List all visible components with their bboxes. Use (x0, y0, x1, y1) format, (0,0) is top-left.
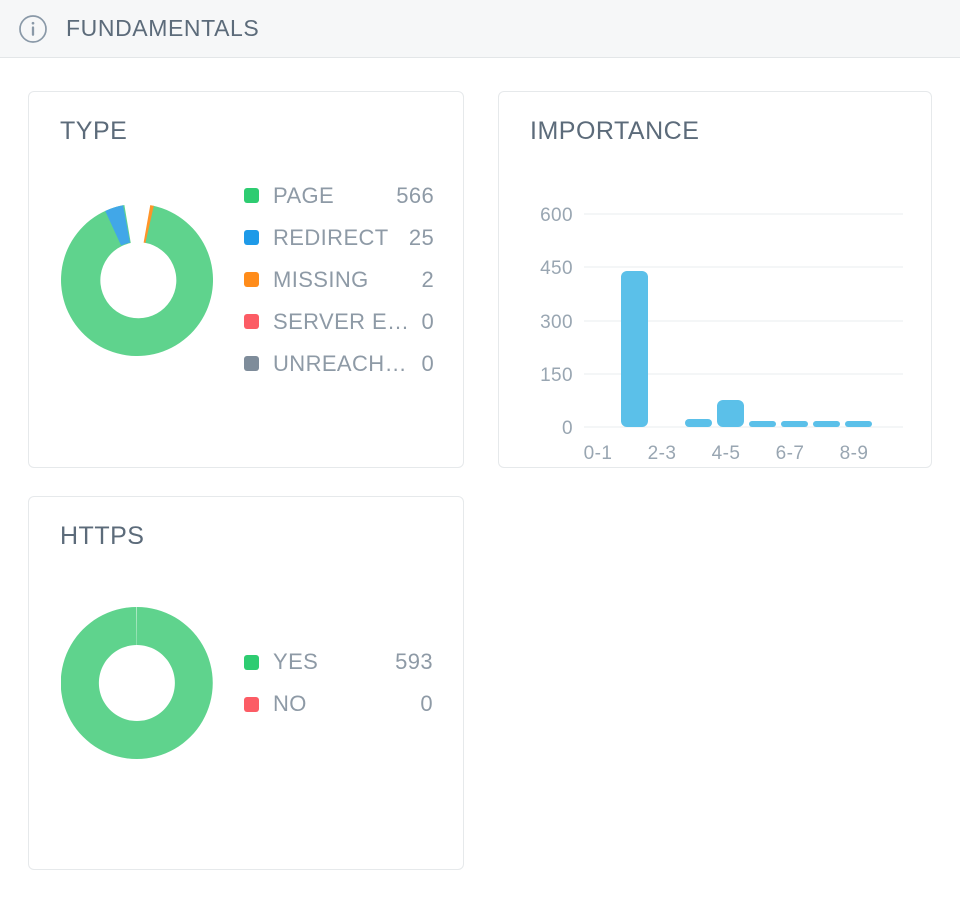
https-donut-wrap (29, 607, 244, 759)
legend-item-no[interactable]: NO 0 (244, 683, 433, 725)
app-header: FUNDAMENTALS (0, 0, 960, 58)
ytick-0: 0 (562, 418, 573, 439)
legend-swatch-server-error (244, 314, 259, 329)
card-importance: IMPORTANCE 600 450 300 150 0 0-1 2-3 4-5… (498, 91, 932, 468)
https-donut-chart (60, 607, 213, 759)
card-title-importance: IMPORTANCE (530, 117, 700, 145)
donut-slice-yes (60, 607, 213, 759)
ytick-450: 450 (540, 258, 573, 279)
xtick-0-1: 0-1 (584, 443, 613, 460)
legend-value-server-error: 0 (421, 308, 435, 334)
xtick-2-3: 2-3 (648, 443, 677, 460)
importance-barchart-wrap: 600 450 300 150 0 0-1 2-3 4-5 6-7 8-9 (499, 160, 931, 460)
legend-label-yes: YES (273, 649, 319, 674)
legend-item-missing[interactable]: MISSING 2 (244, 259, 434, 301)
info-circle-icon (19, 14, 47, 43)
dashboard-board: TYPE PAGE 566 REDIRECT 25 MISSING 2 SERV… (0, 58, 960, 902)
bar-2-3[interactable] (685, 419, 712, 427)
https-donut-block: YES 593 NO 0 (29, 497, 463, 869)
legend-swatch-page (244, 188, 259, 203)
card-type: TYPE PAGE 566 REDIRECT 25 MISSING 2 SERV… (28, 91, 464, 468)
importance-bar-chart: 600 450 300 150 0 0-1 2-3 4-5 6-7 8-9 (540, 205, 903, 460)
ytick-150: 150 (540, 365, 573, 386)
bar-0-1[interactable] (621, 271, 648, 427)
legend-item-redirect[interactable]: REDIRECT 25 (244, 217, 434, 259)
legend-label-no: NO (273, 691, 307, 716)
type-legend: PAGE 566 REDIRECT 25 MISSING 2 SERVER E…… (244, 175, 464, 385)
legend-value-missing: 2 (421, 266, 435, 292)
legend-label-page: PAGE (273, 182, 335, 208)
type-donut-block: PAGE 566 REDIRECT 25 MISSING 2 SERVER E…… (29, 92, 463, 467)
type-donut-chart (60, 204, 213, 356)
legend-swatch-missing (244, 272, 259, 287)
legend-swatch-no (244, 696, 259, 712)
bar-5-6[interactable] (749, 421, 776, 427)
legend-value-redirect: 25 (408, 224, 435, 250)
legend-label-unreachable: UNREACH… (273, 350, 407, 376)
page-title: FUNDAMENTALS (66, 15, 260, 41)
legend-item-yes[interactable]: YES 593 (244, 641, 433, 683)
donut-slice-page (60, 204, 213, 356)
bar-6-7[interactable] (781, 421, 808, 427)
xtick-4-5: 4-5 (712, 443, 741, 460)
https-legend: YES 593 NO 0 (244, 641, 463, 725)
legend-value-yes: 593 (395, 649, 433, 674)
xtick-6-7: 6-7 (776, 443, 805, 460)
legend-swatch-redirect (244, 230, 259, 245)
ytick-300: 300 (540, 312, 573, 333)
card-https: HTTPS YES 593 NO 0 (28, 496, 464, 870)
type-donut-wrap (29, 204, 244, 356)
legend-label-server-error: SERVER E… (273, 308, 410, 334)
legend-value-page: 566 (396, 182, 435, 208)
legend-item-page[interactable]: PAGE 566 (244, 175, 434, 217)
legend-item-unreachable[interactable]: UNREACH… 0 (244, 343, 434, 385)
bar-7-8[interactable] (813, 421, 840, 427)
xtick-8-9: 8-9 (840, 443, 869, 460)
legend-item-server-error[interactable]: SERVER E… 0 (244, 301, 434, 343)
legend-swatch-yes (244, 654, 259, 670)
bar-3-4[interactable] (717, 400, 744, 427)
legend-value-no: 0 (420, 691, 433, 716)
legend-value-unreachable: 0 (421, 350, 435, 376)
bar-8-9[interactable] (845, 421, 872, 427)
ytick-600: 600 (540, 205, 573, 226)
legend-swatch-unreachable (244, 356, 259, 371)
legend-label-redirect: REDIRECT (273, 224, 389, 250)
legend-label-missing: MISSING (273, 266, 369, 292)
